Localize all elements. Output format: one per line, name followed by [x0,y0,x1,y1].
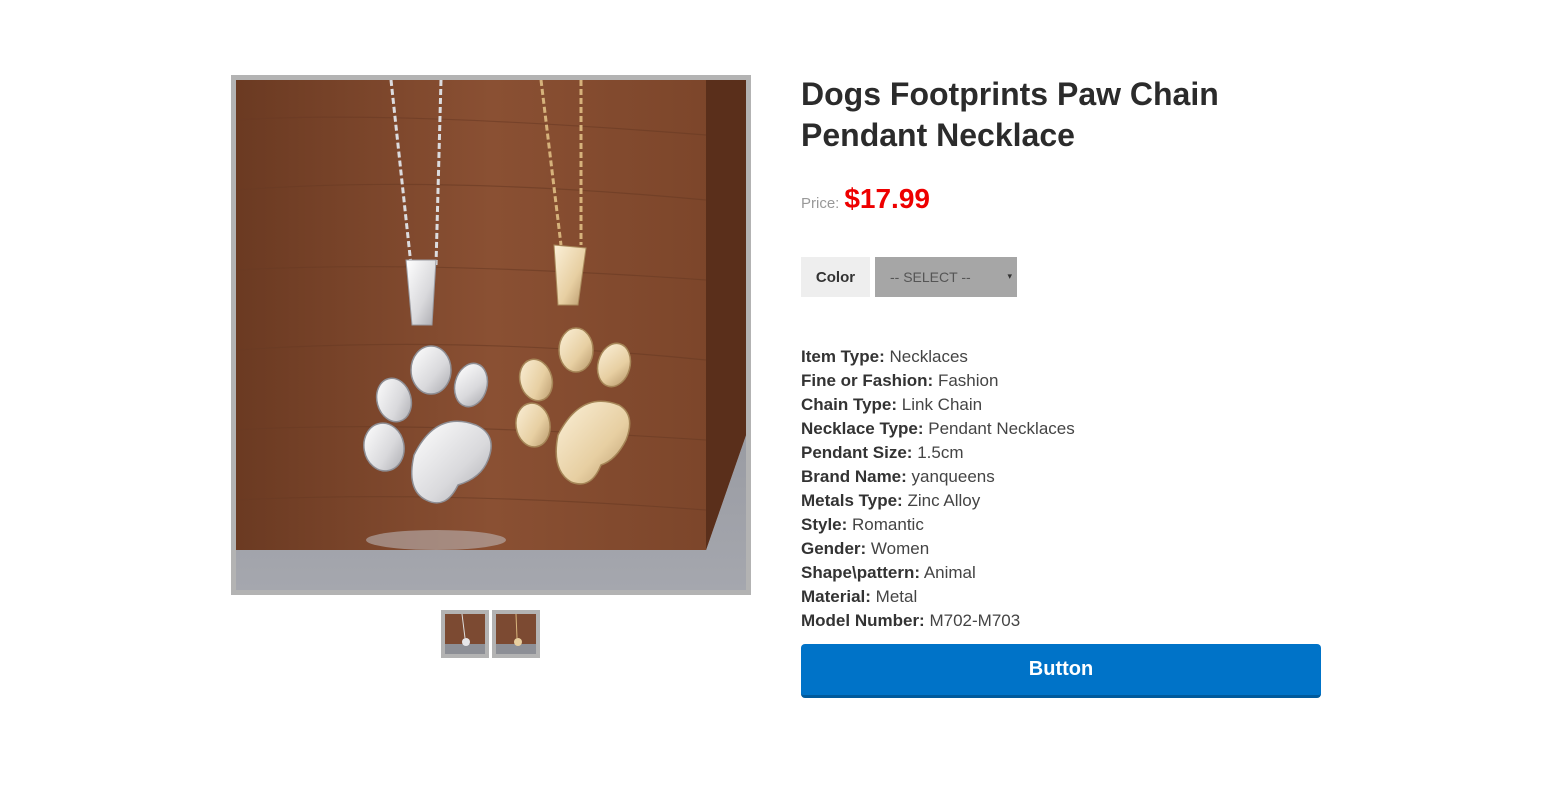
spec-value: yanqueens [911,467,995,486]
color-option-label: Color [801,257,870,297]
spec-value: Animal [923,563,976,582]
spec-value: Fashion [937,371,999,390]
color-select-value: -- SELECT -- [890,269,971,285]
spec-item: Material: Metal [801,585,1075,609]
spec-value: M702-M703 [929,611,1021,630]
spec-item: Item Type: Necklaces [801,345,1075,369]
thumbnail-silver-image [445,614,485,654]
paw-necklaces-photo [236,80,746,590]
spec-value: Romantic [852,515,924,534]
spec-item: Metals Type: Zinc Alloy [801,489,1075,513]
price-value: $17.99 [844,183,930,214]
spec-key: Fine or Fashion: [801,371,934,390]
thumbnail-silver[interactable] [441,610,489,658]
color-option: Color -- SELECT -- ▾ [801,257,1017,297]
product-specs-list: Item Type: Necklaces Fine or Fashion: Fas… [801,345,1075,633]
spec-key: Brand Name: [801,467,907,486]
thumbnail-strip [441,610,540,658]
action-button[interactable]: Button [801,644,1321,698]
spec-value: Link Chain [901,395,983,414]
spec-key: Chain Type: [801,395,898,414]
spec-key: Material: [801,587,871,606]
spec-key: Model Number: [801,611,925,630]
spec-item: Chain Type: Link Chain [801,393,1075,417]
spec-key: Pendant Size: [801,443,913,462]
spec-key: Shape\pattern: [801,563,921,582]
spec-value: Pendant Necklaces [928,419,1075,438]
thumbnail-gold-image [496,614,536,654]
product-page: Dogs Footprints Paw Chain Pendant Neckla… [0,0,1551,810]
spec-value: Zinc Alloy [907,491,981,510]
product-main-image[interactable] [231,75,751,595]
price-label: Price: [801,195,840,212]
thumbnail-gold[interactable] [492,610,540,658]
spec-key: Necklace Type: [801,419,924,438]
spec-item: Gender: Women [801,537,1075,561]
spec-item: Pendant Size: 1.5cm [801,441,1075,465]
spec-key: Item Type: [801,347,885,366]
chevron-down-icon: ▾ [1007,271,1012,281]
spec-value: Metal [875,587,918,606]
spec-value: Necklaces [889,347,968,366]
spec-item: Shape\pattern: Animal [801,561,1075,585]
color-select[interactable]: -- SELECT -- ▾ [875,257,1017,297]
spec-key: Style: [801,515,848,534]
spec-value: Women [870,539,930,558]
spec-item: Model Number: M702-M703 [801,609,1075,633]
spec-key: Metals Type: [801,491,903,510]
spec-item: Fine or Fashion: Fashion [801,369,1075,393]
spec-item: Style: Romantic [801,513,1075,537]
spec-item: Brand Name: yanqueens [801,465,1075,489]
spec-value: 1.5cm [917,443,964,462]
spec-item: Necklace Type: Pendant Necklaces [801,417,1075,441]
product-title: Dogs Footprints Paw Chain Pendant Neckla… [801,76,1219,153]
spec-key: Gender: [801,539,867,558]
price-row: Price: $17.99 [801,183,930,215]
